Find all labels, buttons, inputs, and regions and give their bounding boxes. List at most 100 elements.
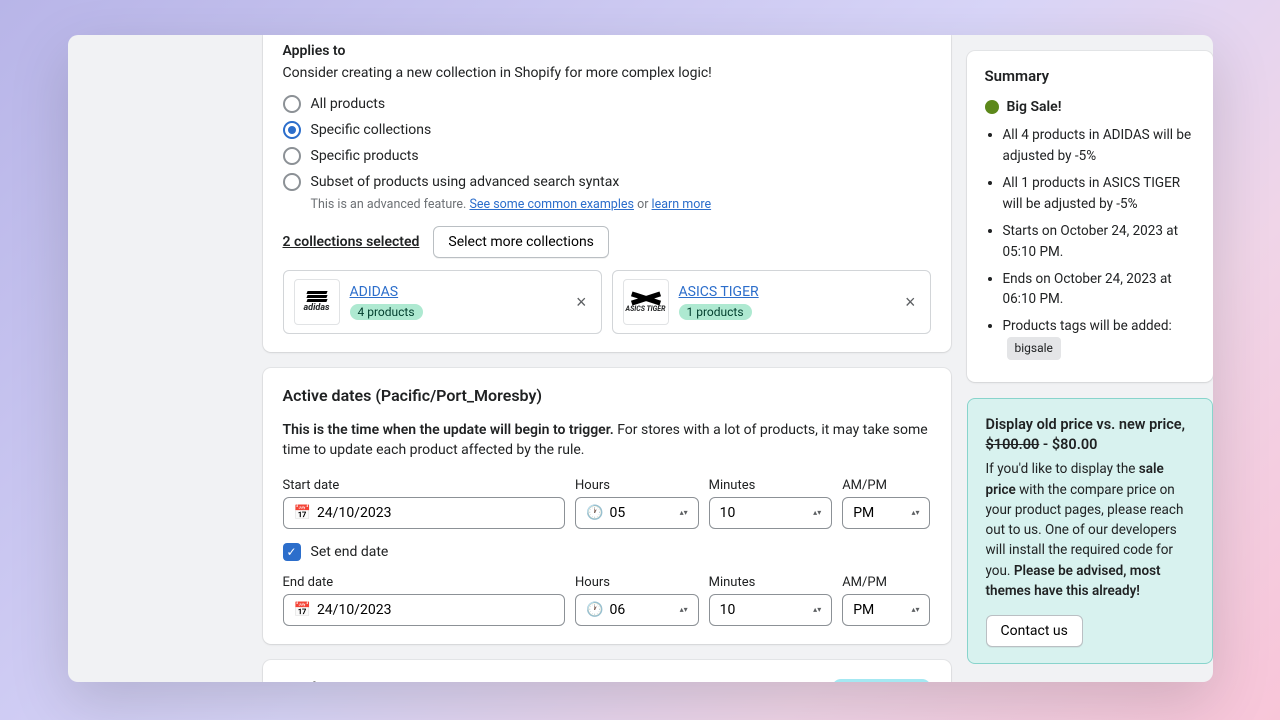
applies-to-card: Applies to Consider creating a new colle… [263,35,951,352]
radio-icon [283,173,301,191]
price-sep: - [1039,436,1052,453]
radio-specific-products[interactable]: Specific products [283,147,931,165]
start-date-field[interactable] [317,505,554,521]
start-date-row: Start date 📅 Hours 🕐 ▴▾ Minutes [283,478,931,529]
end-minutes-field[interactable] [720,602,808,618]
hours-label: Hours [575,575,699,590]
remove-collection-button[interactable]: × [901,289,920,315]
new-price: $80.00 [1052,436,1098,453]
radio-label: Specific collections [311,122,432,138]
minutes-label: Minutes [709,478,833,493]
end-hours-input[interactable]: 🕐 ▴▾ [575,594,699,626]
set-end-date-checkbox[interactable]: ✓ Set end date [283,543,931,561]
or-text: or [637,197,648,212]
collection-card-asics: ASICS TIGER ASICS TIGER 1 products × [612,270,931,334]
clock-icon: 🕐 [586,602,603,618]
active-dates-bold: This is the time when the update will be… [283,422,614,438]
side-column: Summary Big Sale! All 4 products in ADID… [967,35,1213,682]
summary-title: Summary [985,67,1195,85]
start-ampm-input[interactable]: ▴▾ [842,497,930,529]
old-price: $100.00 [986,436,1040,453]
radio-icon [283,95,301,113]
selection-row: 2 collections selected Select more colle… [283,226,931,258]
product-tags-card: Product tags New feature! You can use th… [263,660,951,682]
end-minutes-input[interactable]: ▴▾ [709,594,833,626]
info-body: If you'd like to display the sale price … [986,459,1194,601]
radio-icon [283,147,301,165]
start-ampm-field[interactable] [853,505,905,521]
info-title-line1: Display old price vs. new price, [986,416,1186,433]
start-hours-input[interactable]: 🕐 ▴▾ [575,497,699,529]
minutes-label: Minutes [709,575,833,590]
ampm-label: AM/PM [842,478,930,493]
set-end-date-label: Set end date [311,544,389,560]
collection-name-link[interactable]: ASICS TIGER [679,284,891,300]
summary-item: All 4 products in ADIDAS will be adjuste… [1003,125,1195,167]
checkbox-icon: ✓ [283,543,301,561]
info-title: Display old price vs. new price, $100.00… [986,415,1194,456]
rule-name: Big Sale! [1007,99,1062,115]
collections-grid: adidas ADIDAS 4 products × ASICS TIGER A… [283,270,931,334]
radio-all-products[interactable]: All products [283,95,931,113]
end-ampm-input[interactable]: ▴▾ [842,594,930,626]
examples-link[interactable]: See some common examples [469,197,634,212]
start-date-input[interactable]: 📅 [283,497,566,529]
collection-info: ADIDAS 4 products [350,284,562,320]
active-dates-title: Active dates (Pacific/Port_Moresby) [283,386,931,405]
active-dates-card: Active dates (Pacific/Port_Moresby) This… [263,368,951,644]
calendar-icon: 📅 [294,505,311,521]
summary-list: All 4 products in ADIDAS will be adjuste… [985,125,1195,360]
learn-more-link[interactable]: learn more [652,197,712,212]
product-count-badge: 1 products [679,304,752,320]
collection-name-link[interactable]: ADIDAS [350,284,562,300]
radio-advanced-search[interactable]: Subset of products using advanced search… [283,173,931,191]
collection-thumb: ASICS TIGER [623,279,669,325]
tag-chip: bigsale [1007,337,1061,360]
start-hours-field[interactable] [609,505,673,521]
price-display-info-card: Display old price vs. new price, $100.00… [967,398,1213,664]
end-date-field[interactable] [317,602,554,618]
hours-label: Hours [575,478,699,493]
advanced-note: This is an advanced feature. See some co… [311,197,931,212]
clock-icon: 🕐 [586,505,603,521]
app-window: Applies to Consider creating a new colle… [68,35,1213,682]
summary-item: Starts on October 24, 2023 at 05:10 PM. [1003,221,1195,263]
active-dates-desc: This is the time when the update will be… [283,421,931,460]
radio-specific-collections[interactable]: Specific collections [283,121,931,139]
summary-card: Summary Big Sale! All 4 products in ADID… [967,51,1213,382]
collection-thumb: adidas [294,279,340,325]
main-column: Applies to Consider creating a new colle… [263,35,967,682]
end-date-row: End date 📅 Hours 🕐 ▴▾ Minutes [283,575,931,626]
summary-item: Ends on October 24, 2023 at 06:10 PM. [1003,269,1195,311]
select-more-collections-button[interactable]: Select more collections [433,226,609,258]
end-ampm-field[interactable] [853,602,905,618]
summary-item: Products tags will be added: bigsale [1003,316,1195,360]
summary-tags-text: Products tags will be added: [1003,318,1172,334]
radio-label: All products [311,96,386,112]
info-body-1: If you'd like to display the [986,461,1139,477]
end-hours-field[interactable] [609,602,673,618]
rule-status-row: Big Sale! [985,99,1195,115]
status-dot-icon [985,100,999,114]
radio-label: Specific products [311,148,419,164]
summary-item: All 1 products in ASICS TIGER will be ad… [1003,173,1195,215]
collections-selected-count[interactable]: 2 collections selected [283,234,420,250]
start-date-label: Start date [283,478,566,493]
radio-label: Subset of products using advanced search… [311,174,620,190]
advanced-note-text: This is an advanced feature. [311,197,467,212]
ampm-label: AM/PM [842,575,930,590]
remove-collection-button[interactable]: × [572,289,591,315]
product-tags-title: Product tags [283,678,375,682]
applies-to-title: Applies to [283,43,931,59]
end-date-label: End date [283,575,566,590]
calendar-icon: 📅 [294,602,311,618]
radio-icon [283,121,301,139]
new-feature-badge: New feature! [832,679,931,682]
collection-card-adidas: adidas ADIDAS 4 products × [283,270,602,334]
end-date-input[interactable]: 📅 [283,594,566,626]
contact-us-button[interactable]: Contact us [986,615,1083,647]
start-minutes-input[interactable]: ▴▾ [709,497,833,529]
product-count-badge: 4 products [350,304,423,320]
collection-info: ASICS TIGER 1 products [679,284,891,320]
start-minutes-field[interactable] [720,505,808,521]
